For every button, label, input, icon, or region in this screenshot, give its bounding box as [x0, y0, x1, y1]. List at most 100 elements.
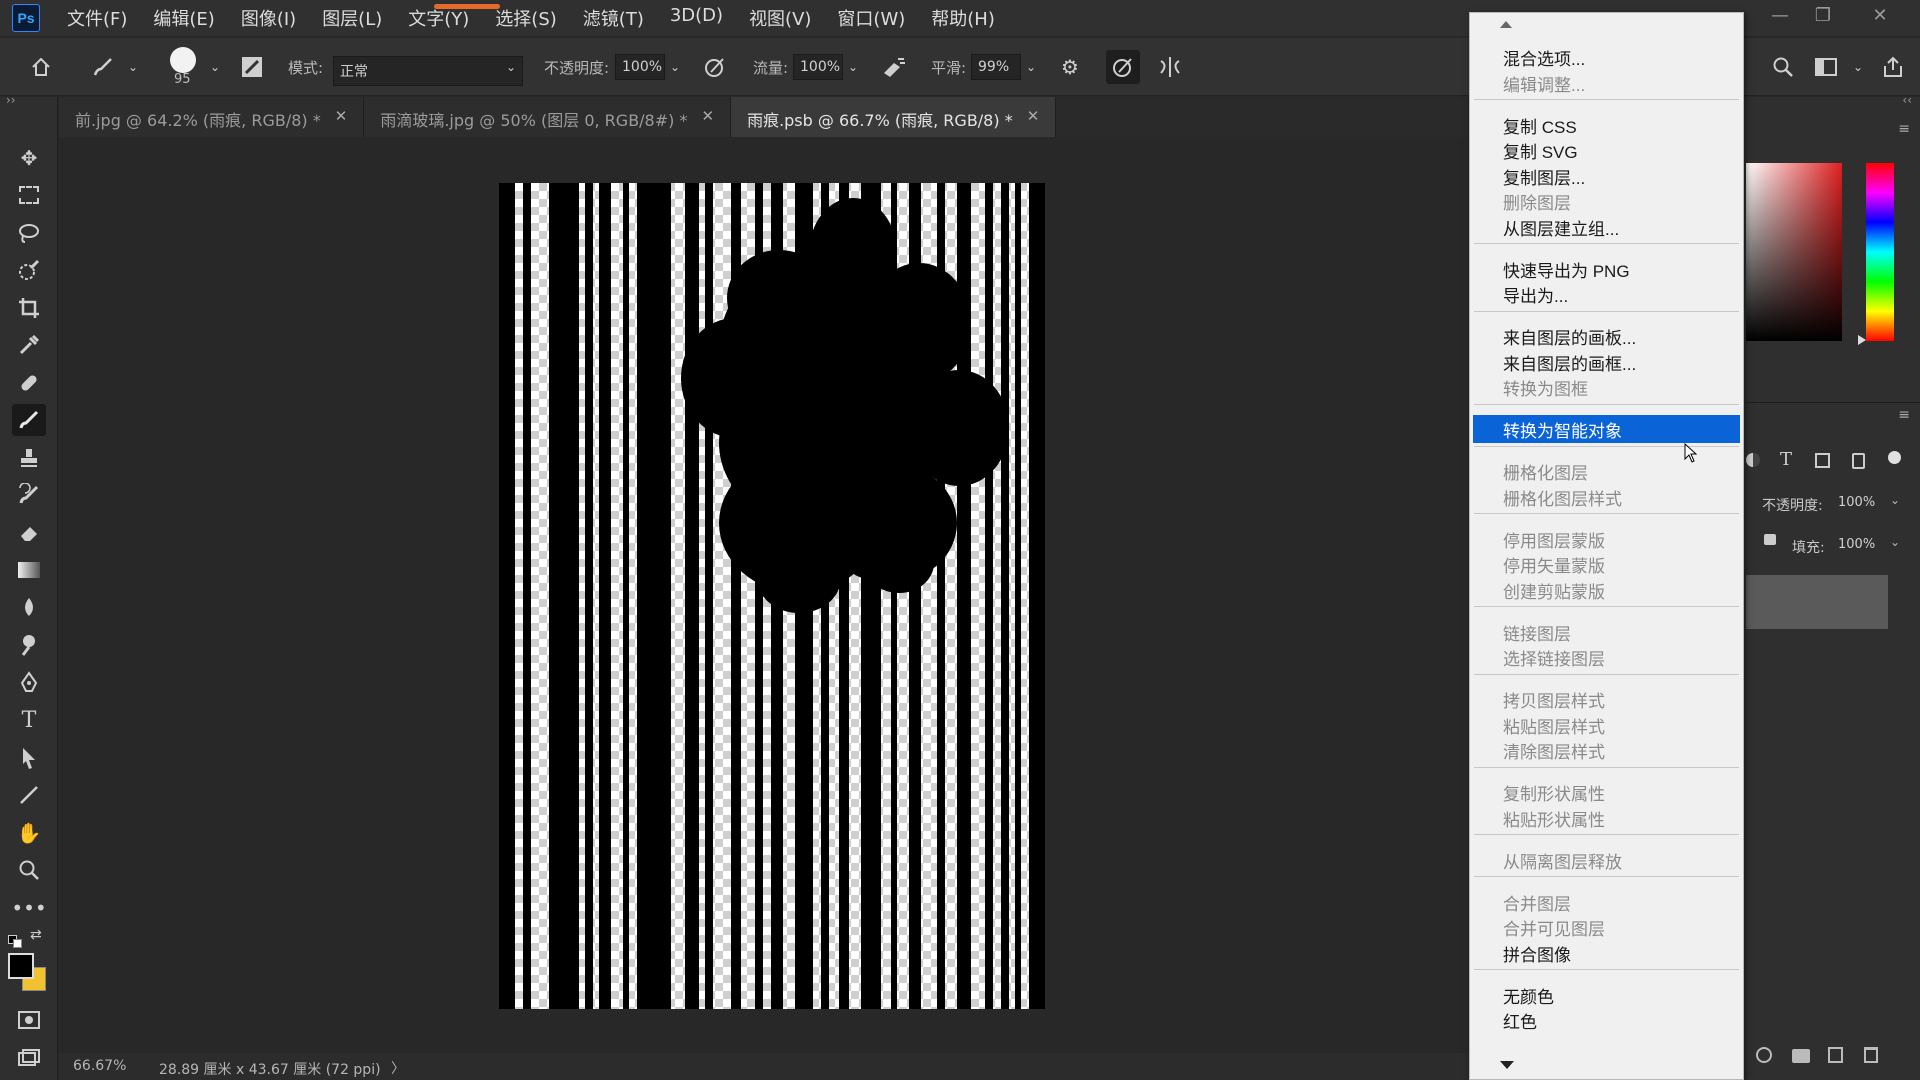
crop-tool-icon[interactable]: [12, 292, 46, 324]
color-field[interactable]: [1746, 163, 1842, 341]
context-menu-item[interactable]: 拷贝图层样式: [1503, 687, 1605, 712]
quick-mask-icon[interactable]: [12, 1004, 46, 1036]
filter-toggle-icon[interactable]: [1888, 451, 1901, 464]
collapse-icon[interactable]: ‹‹: [1902, 93, 1912, 107]
context-menu-item[interactable]: 链接图层: [1503, 620, 1571, 645]
context-menu-item[interactable]: 复制形状属性: [1503, 780, 1605, 805]
tab-document-1[interactable]: 前.jpg @ 64.2% (雨痕, RGB/8) * ✕: [59, 97, 365, 137]
history-brush-tool-icon[interactable]: [12, 479, 46, 511]
dodge-tool-icon[interactable]: [12, 629, 46, 661]
type-filter-icon[interactable]: T: [1780, 449, 1792, 470]
stamp-tool-icon[interactable]: [12, 442, 46, 474]
menu-item[interactable]: 图像(I): [228, 5, 309, 31]
path-selection-tool-icon[interactable]: [12, 742, 46, 774]
context-menu-item[interactable]: 导出为...: [1503, 282, 1568, 307]
adjustment-filter-icon[interactable]: [1746, 453, 1760, 467]
healing-brush-tool-icon[interactable]: [12, 367, 46, 399]
symmetry-icon[interactable]: [1155, 52, 1185, 82]
default-colors-icon[interactable]: [8, 931, 24, 948]
workspace-icon[interactable]: [1811, 52, 1841, 82]
chevron-down-icon[interactable]: ⌄: [200, 52, 230, 82]
foreground-color-swatch[interactable]: [8, 953, 34, 979]
context-menu-item[interactable]: 红色: [1503, 1008, 1537, 1033]
hand-tool-icon[interactable]: ✋: [12, 817, 46, 849]
zoom-level[interactable]: 66.67%: [73, 1058, 126, 1074]
context-menu-item[interactable]: 栅格化图层: [1503, 459, 1588, 484]
context-menu-item[interactable]: 删除图层: [1503, 189, 1571, 214]
brush-settings-icon[interactable]: [237, 52, 267, 82]
context-menu-item[interactable]: 来自图层的画板...: [1503, 324, 1636, 349]
pressure-opacity-icon[interactable]: [700, 52, 730, 82]
context-menu-item[interactable]: 合并可见图层: [1503, 915, 1605, 940]
minimize-icon[interactable]: —: [1760, 0, 1800, 30]
chevron-down-icon[interactable]: ⌄: [118, 52, 148, 82]
new-adjustment-layer-icon[interactable]: [1756, 1047, 1772, 1063]
eyedropper-tool-icon[interactable]: [12, 329, 46, 361]
pen-tool-icon[interactable]: [12, 667, 46, 699]
fill-input[interactable]: 100%: [1838, 537, 1875, 552]
context-menu-item[interactable]: 混合选项...: [1503, 45, 1585, 70]
context-menu-item[interactable]: 来自图层的画框...: [1503, 350, 1636, 375]
lock-icon[interactable]: [1764, 534, 1776, 545]
menu-item[interactable]: 视图(V): [736, 5, 824, 31]
search-icon[interactable]: [1768, 52, 1798, 82]
brush-tool-icon[interactable]: [12, 404, 46, 436]
context-menu-item[interactable]: 选择链接图层: [1503, 645, 1605, 670]
pressure-size-icon[interactable]: [1106, 50, 1140, 84]
context-menu-item[interactable]: 从隔离图层释放: [1503, 848, 1622, 873]
context-menu-item[interactable]: 拼合图像: [1503, 941, 1571, 966]
eraser-tool-icon[interactable]: [12, 517, 46, 549]
marquee-tool-icon[interactable]: [12, 179, 46, 211]
layer-row-selected[interactable]: [1746, 575, 1888, 629]
hue-slider[interactable]: [1866, 163, 1894, 341]
context-menu-item[interactable]: 快速导出为 PNG: [1503, 257, 1630, 282]
menu-item[interactable]: 窗口(W): [824, 5, 918, 31]
context-menu-item[interactable]: 创建剪贴蒙版: [1503, 578, 1605, 603]
tab-document-3[interactable]: 雨痕.psb @ 66.7% (雨痕, RGB/8) * ✕: [731, 97, 1057, 137]
menu-item[interactable]: 图层(L): [309, 5, 395, 31]
menu-item[interactable]: 编辑(E): [140, 5, 227, 31]
gradient-tool-icon[interactable]: [12, 554, 46, 586]
brush-size-preview[interactable]: [170, 47, 196, 73]
document-canvas[interactable]: [499, 183, 1045, 1009]
menu-item[interactable]: 帮助(H): [918, 5, 1008, 31]
line-tool-icon[interactable]: [12, 779, 46, 811]
shape-filter-icon[interactable]: [1815, 453, 1830, 468]
restore-icon[interactable]: ❐: [1803, 0, 1843, 30]
context-menu-item[interactable]: 无颜色: [1503, 983, 1554, 1008]
move-tool-icon[interactable]: ✥: [12, 142, 46, 174]
scroll-up-icon[interactable]: [1500, 21, 1512, 28]
chevron-down-icon[interactable]: ⌄: [660, 52, 690, 82]
flow-input[interactable]: 100%: [793, 54, 843, 80]
context-menu-item[interactable]: 从图层建立组...: [1503, 215, 1619, 240]
blur-tool-icon[interactable]: [12, 592, 46, 624]
context-menu-item[interactable]: 粘贴图层样式: [1503, 713, 1605, 738]
close-icon[interactable]: ✕: [701, 107, 714, 127]
context-menu-item[interactable]: 停用矢量蒙版: [1503, 552, 1605, 577]
context-menu-item[interactable]: 清除图层样式: [1503, 738, 1605, 763]
menu-item[interactable]: 文件(F): [54, 5, 140, 31]
context-menu-item[interactable]: 转换为智能对象: [1503, 417, 1622, 442]
context-menu-item[interactable]: 栅格化图层样式: [1503, 485, 1622, 510]
more-tools-icon[interactable]: •••: [11, 892, 46, 924]
brush-preset-icon[interactable]: [88, 52, 118, 82]
scroll-down-icon[interactable]: [1500, 1061, 1514, 1069]
home-icon[interactable]: [26, 52, 56, 82]
close-window-icon[interactable]: ✕: [1860, 0, 1900, 30]
layer-opacity-input[interactable]: 100%: [1838, 495, 1875, 510]
context-menu-item[interactable]: 复制 CSS: [1503, 113, 1577, 138]
context-menu-item[interactable]: 粘贴形状属性: [1503, 806, 1605, 831]
context-menu-item[interactable]: 合并图层: [1503, 890, 1571, 915]
chevron-down-icon[interactable]: ⌄: [1890, 493, 1900, 507]
context-menu-item[interactable]: 复制 SVG: [1503, 138, 1578, 163]
quick-selection-tool-icon[interactable]: [12, 254, 46, 286]
type-tool-icon[interactable]: T: [12, 704, 46, 736]
context-menu-item[interactable]: 复制图层...: [1503, 164, 1585, 189]
share-icon[interactable]: [1878, 52, 1908, 82]
zoom-tool-icon[interactable]: [12, 854, 46, 886]
smart-object-filter-icon[interactable]: [1852, 453, 1865, 469]
panel-menu-icon[interactable]: ≡: [1898, 121, 1910, 137]
chevron-down-icon[interactable]: ⌄: [1843, 52, 1873, 82]
new-layer-icon[interactable]: [1828, 1047, 1843, 1063]
airbrush-icon[interactable]: [878, 52, 908, 82]
